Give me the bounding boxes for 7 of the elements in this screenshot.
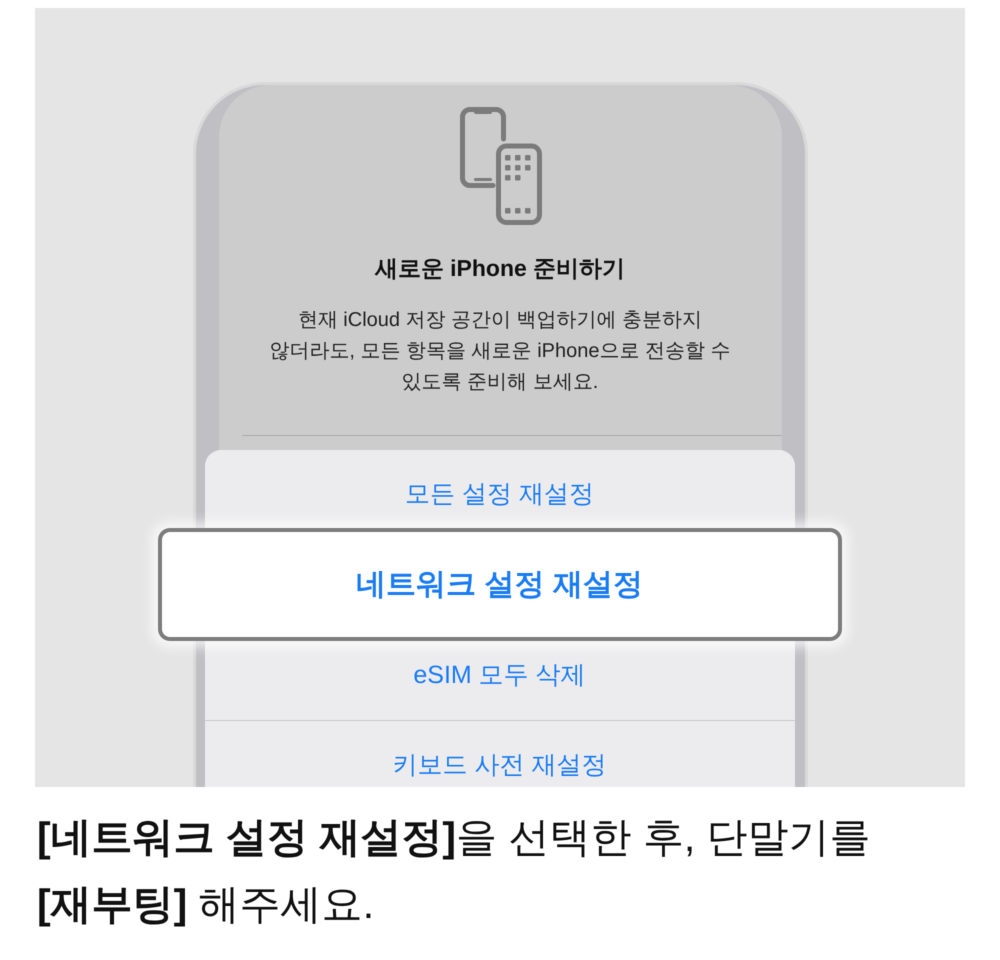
highlighted-action-item[interactable]: 네트워크 설정 재설정 [158, 528, 842, 641]
dialog-message: 현재 iCloud 저장 공간이 백업하기에 충분하지 않더라도, 모든 항목을 새로운 iPhone으로 전송할 수 있도록 준비해 보세요. [269, 308, 731, 395]
two-phones-icon [458, 107, 542, 225]
action-sheet-item[interactable]: 키보드 사전 재설정 [204, 720, 794, 787]
dialog-title: 새로운 iPhone 준비하기 [374, 254, 626, 283]
action-sheet-item[interactable]: eSIM 모두 삭제 [204, 630, 794, 720]
caption-text: [네트워크 설정 재설정]을 선택한 후, 단말기를 [재부팅] 해주세요. [37, 813, 872, 929]
